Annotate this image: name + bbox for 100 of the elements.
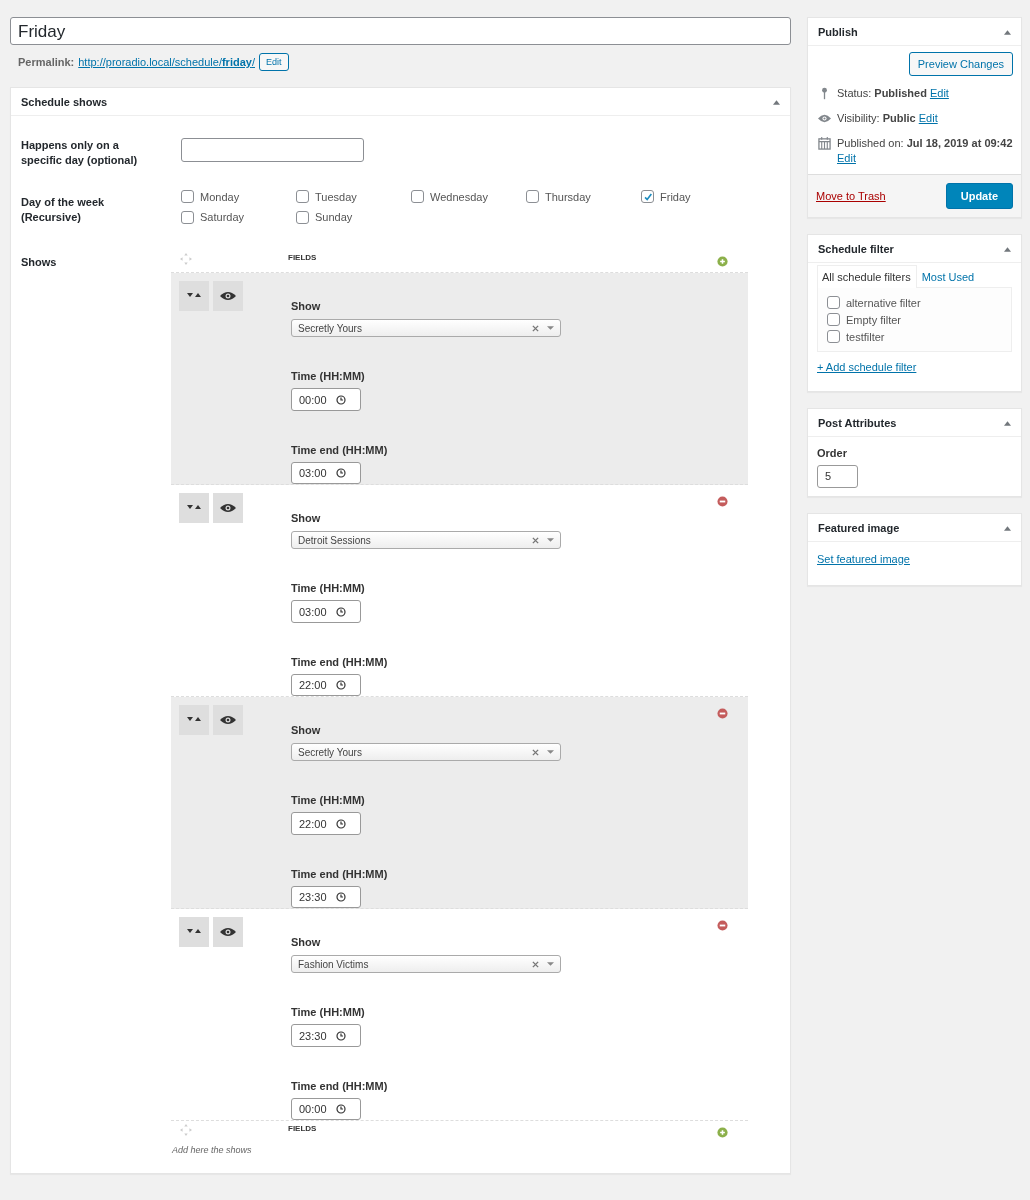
filter-tab[interactable]: All schedule filters bbox=[817, 265, 917, 288]
checkbox[interactable] bbox=[296, 190, 309, 204]
eye-button[interactable] bbox=[213, 917, 243, 947]
permalink-link[interactable]: http://proradio.local/schedule/friday/ bbox=[78, 56, 255, 68]
field-label: Time (HH:MM) bbox=[291, 369, 365, 384]
preview-button[interactable]: Preview Changes bbox=[908, 52, 1013, 76]
field-label: Show bbox=[291, 299, 321, 313]
clear-icon[interactable] bbox=[532, 748, 539, 756]
field-label: Shows bbox=[21, 255, 58, 270]
clock-icon bbox=[335, 891, 346, 902]
checkbox[interactable] bbox=[827, 313, 840, 326]
time-field[interactable]: 00:00 bbox=[291, 1097, 361, 1120]
clear-icon[interactable] bbox=[532, 536, 539, 544]
remove-icon[interactable] bbox=[717, 708, 728, 719]
clear-icon[interactable] bbox=[532, 324, 539, 332]
meta-text: Published on: Jul 18, 2019 at 09:42 bbox=[837, 137, 1013, 149]
collapse-icon[interactable] bbox=[1004, 245, 1011, 252]
eye-button[interactable] bbox=[213, 281, 243, 311]
show-select[interactable]: Fashion Victims bbox=[291, 955, 561, 974]
time-field[interactable]: 00:00 bbox=[291, 388, 361, 411]
eye-icon bbox=[818, 112, 831, 125]
remove-icon[interactable] bbox=[717, 920, 728, 931]
show-select[interactable]: Secretly Yours bbox=[291, 743, 561, 762]
field-label: Time end (HH:MM) bbox=[291, 1078, 388, 1093]
clock-icon bbox=[335, 394, 346, 405]
field-label: Show bbox=[291, 511, 321, 525]
edit-link[interactable]: Edit bbox=[837, 152, 856, 164]
checkbox[interactable] bbox=[181, 190, 194, 204]
checkbox[interactable] bbox=[411, 190, 424, 204]
order-field[interactable]: 5 bbox=[817, 465, 858, 488]
featured-image-link[interactable]: Set featured image bbox=[817, 553, 910, 565]
hint-text: Add here the shows bbox=[172, 1145, 253, 1155]
clock-icon bbox=[335, 818, 346, 829]
eye-button[interactable] bbox=[213, 493, 243, 523]
trash-link[interactable]: Move to Trash bbox=[816, 190, 886, 202]
clear-icon[interactable] bbox=[532, 960, 539, 968]
checkbox-label: Empty filter bbox=[846, 313, 901, 326]
field-label: Time (HH:MM) bbox=[291, 793, 365, 808]
collapse-icon[interactable] bbox=[773, 98, 780, 105]
panel-title: Post Attributes bbox=[818, 416, 897, 429]
update-button[interactable]: Update bbox=[945, 183, 1013, 209]
sort-button[interactable] bbox=[179, 705, 209, 735]
checkbox[interactable] bbox=[181, 210, 194, 224]
sort-button[interactable] bbox=[179, 493, 209, 523]
meta-text: Status: Published bbox=[837, 87, 927, 99]
column-heading: FIELDS bbox=[288, 253, 317, 262]
panel-title: Schedule shows bbox=[21, 95, 108, 108]
date-field[interactable] bbox=[181, 138, 364, 162]
time-field[interactable]: 03:00 bbox=[291, 461, 361, 484]
sort-icon bbox=[187, 292, 201, 300]
panel-title: Publish bbox=[818, 25, 858, 38]
panel-title: Schedule filter bbox=[818, 242, 894, 255]
checkbox-label: Saturday bbox=[200, 211, 245, 224]
caret-icon bbox=[547, 962, 554, 967]
filter-tab[interactable]: Most Used bbox=[916, 265, 981, 288]
clock-icon bbox=[335, 1103, 346, 1114]
time-field[interactable]: 03:00 bbox=[291, 600, 361, 623]
add-icon[interactable] bbox=[717, 1127, 728, 1138]
add-filter-link[interactable]: + Add schedule filter bbox=[817, 361, 917, 373]
sort-button[interactable] bbox=[179, 917, 209, 947]
time-field[interactable]: 22:00 bbox=[291, 812, 361, 835]
collapse-icon[interactable] bbox=[1004, 419, 1011, 426]
title-field[interactable]: Friday bbox=[10, 17, 791, 45]
field-label: Happens only on a specific day (optional) bbox=[21, 138, 139, 168]
checkbox-label: Wednesday bbox=[430, 190, 488, 203]
edit-link[interactable]: Edit bbox=[918, 112, 938, 124]
time-field[interactable]: 22:00 bbox=[291, 673, 361, 696]
checkbox-label: Sunday bbox=[315, 211, 353, 224]
time-field[interactable]: 23:30 bbox=[291, 1024, 361, 1047]
time-field[interactable]: 23:30 bbox=[291, 885, 361, 908]
meta-text: Visibility: Public bbox=[837, 112, 916, 124]
checkbox[interactable] bbox=[827, 296, 840, 309]
clock-icon bbox=[335, 467, 346, 478]
add-icon[interactable] bbox=[717, 256, 728, 267]
caret-icon bbox=[547, 538, 554, 543]
sort-button[interactable] bbox=[179, 281, 209, 311]
show-select[interactable]: Detroit Sessions bbox=[291, 531, 561, 550]
checkbox-label: Thursday bbox=[545, 190, 591, 203]
edit-link[interactable]: Edit bbox=[929, 87, 949, 99]
edit-button[interactable]: Edit bbox=[259, 53, 289, 71]
remove-icon[interactable] bbox=[717, 496, 728, 507]
checkbox[interactable] bbox=[526, 190, 539, 204]
field-label: Time end (HH:MM) bbox=[291, 654, 388, 669]
checkbox[interactable] bbox=[827, 330, 840, 343]
clock-icon bbox=[335, 679, 346, 690]
checkbox[interactable] bbox=[296, 210, 309, 224]
eye-icon bbox=[220, 715, 236, 725]
checkbox[interactable] bbox=[641, 190, 654, 204]
column-heading: FIELDS bbox=[288, 1124, 317, 1133]
checkbox-label: Monday bbox=[200, 190, 240, 203]
field-label: Order bbox=[817, 447, 848, 459]
calendar-icon bbox=[818, 137, 831, 150]
show-select[interactable]: Secretly Yours bbox=[291, 319, 561, 338]
collapse-icon[interactable] bbox=[1004, 28, 1011, 35]
eye-button[interactable] bbox=[213, 705, 243, 735]
checkbox-label: alternative filter bbox=[846, 296, 921, 309]
caret-icon bbox=[547, 750, 554, 755]
field-label: Day of the week (Recursive) bbox=[21, 195, 106, 225]
clock-icon bbox=[335, 606, 346, 617]
collapse-icon[interactable] bbox=[1004, 524, 1011, 531]
